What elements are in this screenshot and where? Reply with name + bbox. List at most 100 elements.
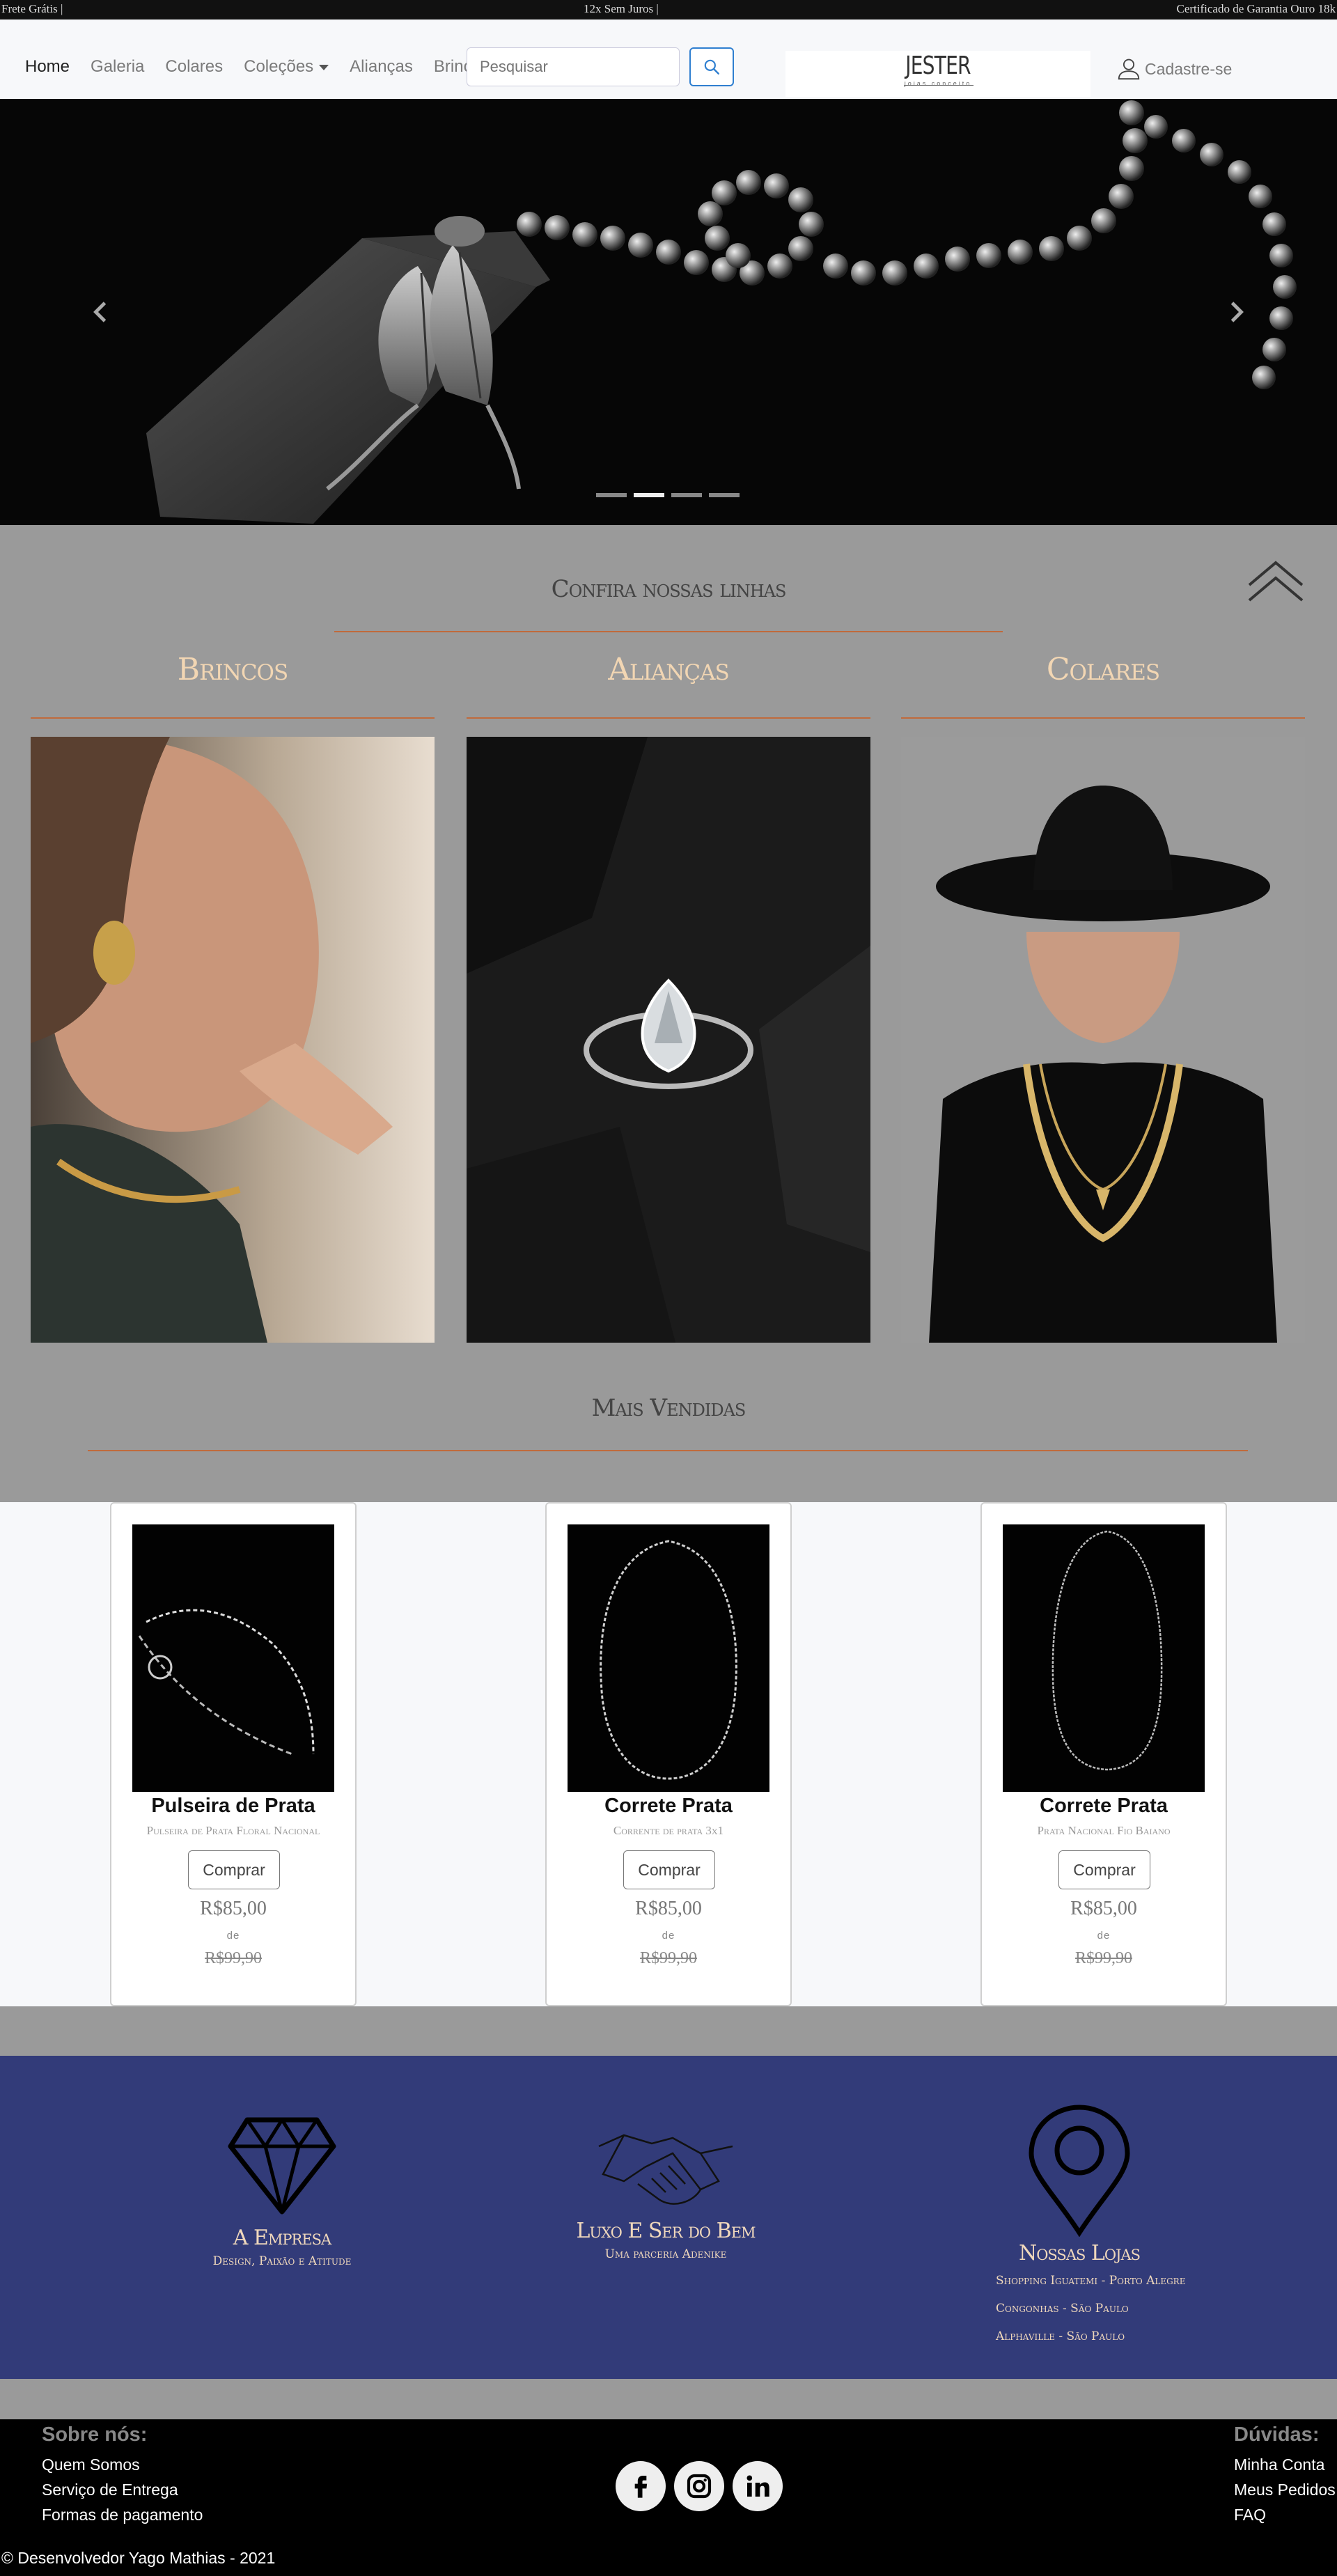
carousel-indicator-4[interactable] — [709, 493, 740, 497]
logo-divider — [904, 85, 974, 86]
handshake-icon — [598, 2134, 733, 2205]
product-image-chain-baiano[interactable] — [1003, 1524, 1205, 1792]
logo-text: JESTER — [905, 52, 971, 80]
signup-link[interactable]: Cadastre-se — [1116, 56, 1232, 82]
user-icon — [1118, 58, 1140, 80]
carousel-next-button[interactable] — [1223, 291, 1251, 333]
store-item: Congonhas - São Paulo — [996, 2302, 1129, 2316]
feature-empresa: A Empresa Design, Paixão e Atitude — [195, 2106, 369, 2268]
footer-link-quem-somos[interactable]: Quem Somos — [42, 2456, 140, 2474]
footer-link-meus-pedidos[interactable]: Meus Pedidos — [1234, 2481, 1336, 2499]
store-item: Alphaville - São Paulo — [996, 2329, 1125, 2343]
product-price: R$85,00 — [635, 1898, 702, 1919]
category-title-aliancas[interactable]: Alianças — [467, 652, 870, 687]
feature-empresa-title: A Empresa — [233, 2226, 331, 2250]
double-chevron-up-icon — [1248, 561, 1304, 602]
store-item: Shopping Iguatemi - Porto Alegre — [996, 2274, 1186, 2288]
product-image-bracelet[interactable] — [132, 1524, 334, 1792]
navbar: Home Galeria Colares Coleções Alianças B… — [0, 19, 1337, 99]
bestsellers-rule — [88, 1450, 1248, 1451]
carousel-indicators — [596, 493, 740, 497]
product-description: Pulseira de Prata Floral Nacional — [146, 1824, 320, 1837]
feature-lojas: Nossas Lojas Shopping Iguatemi - Porto A… — [996, 2105, 1186, 2350]
product-card-2: Correte Prata Corrente de prata 3x1 Comp… — [545, 1502, 792, 2006]
feature-luxo-title: Luxo E Ser do Bem — [576, 2219, 756, 2243]
category-image-aliancas[interactable] — [467, 737, 870, 1343]
nav-aliancas[interactable]: Alianças — [350, 57, 413, 77]
category-image-brincos[interactable] — [31, 737, 435, 1343]
nav-colecoes-dropdown[interactable]: Coleções — [244, 57, 329, 77]
instagram-button[interactable] — [674, 2461, 724, 2511]
copyright-text: © Desenvolvedor Yago Mathias - 2021 — [1, 2549, 276, 2567]
carousel-indicator-3[interactable] — [671, 493, 702, 497]
buy-button[interactable]: Comprar — [623, 1850, 715, 1889]
nav-colares[interactable]: Colares — [165, 57, 223, 77]
nav-home[interactable]: Home — [25, 57, 70, 77]
linkedin-button[interactable] — [733, 2461, 783, 2511]
product-image-chain-3x1[interactable] — [568, 1524, 769, 1792]
nav-links: Home Galeria Colares Coleções Alianças B… — [25, 57, 510, 77]
product-name: Correte Prata — [604, 1795, 733, 1817]
product-old-price: R$99,90 — [1074, 1949, 1132, 1967]
product-old-price: R$99,90 — [204, 1949, 262, 1967]
category-title-brincos[interactable]: Brincos — [31, 652, 435, 687]
category-rule-aliancas — [467, 717, 870, 719]
nav-galeria[interactable]: Galeria — [91, 57, 144, 77]
woman-earring-photo — [31, 737, 435, 1343]
category-title-colares[interactable]: Colares — [901, 652, 1305, 687]
price-from-label: de — [662, 1930, 675, 1942]
diamond-icon — [228, 2117, 336, 2215]
category-rule-colares — [901, 717, 1305, 719]
linkedin-icon — [746, 2475, 769, 2497]
chevron-left-icon — [93, 302, 107, 322]
footer-link-minha-conta[interactable]: Minha Conta — [1234, 2456, 1324, 2474]
product-description: Prata Nacional Fio Baiano — [1037, 1824, 1171, 1837]
lines-title-rule — [334, 631, 1003, 632]
buy-button[interactable]: Comprar — [188, 1850, 280, 1889]
category-image-colares[interactable] — [901, 737, 1305, 1343]
free-shipping-text: Frete Grátis | — [1, 2, 63, 15]
search-button[interactable] — [689, 47, 734, 86]
buy-button[interactable]: Comprar — [1058, 1850, 1150, 1889]
instagram-icon — [687, 2474, 712, 2499]
diamond-ring-photo — [467, 737, 870, 1343]
store-list: Shopping Iguatemi - Porto Alegre Congonh… — [996, 2267, 1186, 2350]
product-description: Corrente de prata 3x1 — [613, 1824, 724, 1837]
feature-lojas-title: Nossas Lojas — [1018, 2241, 1141, 2265]
product-old-price: R$99,90 — [639, 1949, 697, 1967]
product-name: Pulseira de Prata — [151, 1795, 315, 1817]
man-necklace-photo — [901, 737, 1305, 1343]
carousel-indicator-2[interactable] — [634, 493, 664, 497]
hero-necklace-image — [0, 99, 1337, 525]
facebook-button[interactable] — [616, 2461, 666, 2511]
product-price: R$85,00 — [1070, 1898, 1137, 1919]
lines-section-title: Confira nossas linhas — [551, 575, 787, 603]
chevron-right-icon — [1230, 302, 1244, 322]
brand-logo[interactable]: JESTER joias conceito — [785, 51, 1090, 97]
search-icon — [704, 59, 719, 75]
category-rule-brincos — [31, 717, 435, 719]
chevron-down-icon — [319, 64, 329, 70]
facebook-icon — [634, 2476, 648, 2498]
announcement-bar: Frete Grátis | 12x Sem Juros | Certifica… — [0, 0, 1337, 19]
product-card-3: Correte Prata Prata Nacional Fio Baiano … — [980, 1502, 1227, 2006]
feature-luxo-subtitle: Uma parceria Adenike — [604, 2247, 727, 2261]
bestsellers-title: Mais Vendidas — [591, 1394, 746, 1422]
footer-link-faq[interactable]: FAQ — [1234, 2506, 1266, 2524]
feature-luxo: Luxo E Ser do Bem Uma parceria Adenike — [575, 2125, 756, 2261]
product-price: R$85,00 — [200, 1898, 267, 1919]
footer-about-title: Sobre nós: — [42, 2423, 148, 2446]
carousel-prev-button[interactable] — [86, 291, 114, 333]
product-name: Correte Prata — [1040, 1795, 1168, 1817]
products-section: Pulseira de Prata Pulseira de Prata Flor… — [0, 1502, 1337, 2006]
nav-colecoes-label: Coleções — [244, 57, 314, 76]
signup-label: Cadastre-se — [1145, 59, 1233, 78]
footer-link-formas-pagamento[interactable]: Formas de pagamento — [42, 2506, 203, 2524]
price-from-label: de — [226, 1930, 240, 1942]
carousel-indicator-1[interactable] — [596, 493, 627, 497]
footer-link-servico-entrega[interactable]: Serviço de Entrega — [42, 2481, 178, 2499]
installments-text: 12x Sem Juros | — [584, 2, 659, 15]
search-input[interactable] — [467, 47, 680, 86]
back-to-top-button[interactable] — [1246, 557, 1305, 606]
hero-carousel[interactable] — [0, 99, 1337, 525]
